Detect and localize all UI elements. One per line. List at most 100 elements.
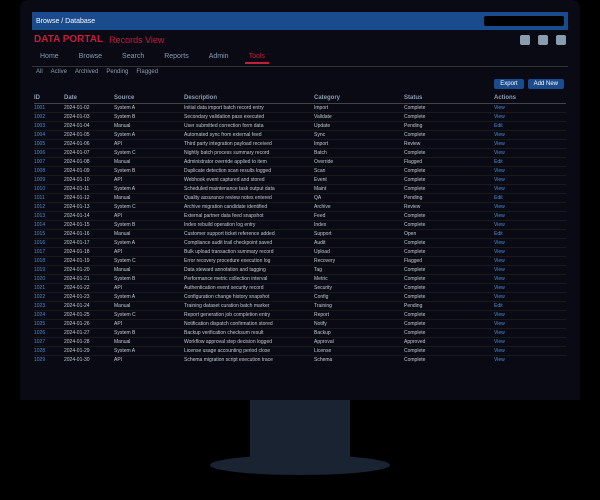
tab-tools[interactable]: Tools: [245, 51, 269, 64]
filter-pending[interactable]: Pending: [106, 69, 128, 75]
table-row[interactable]: 10292024-01-30APISchema migration script…: [34, 356, 566, 364]
monitor-stand: [250, 400, 350, 460]
breadcrumb[interactable]: Browse / Database: [36, 18, 95, 25]
table-row[interactable]: 10102024-01-11System AScheduled maintena…: [34, 185, 566, 194]
column-header[interactable]: ID: [34, 95, 64, 101]
table-row[interactable]: 10232024-01-24ManualTraining dataset cur…: [34, 302, 566, 311]
table-cell[interactable]: View: [494, 168, 564, 174]
table-row[interactable]: 10012024-01-02System AInitial data impor…: [34, 104, 566, 113]
table-row[interactable]: 10082024-01-09System BDuplicate detectio…: [34, 167, 566, 176]
table-cell[interactable]: View: [494, 150, 564, 156]
table-cell: System C: [114, 150, 184, 156]
table-row[interactable]: 10062024-01-07System CNightly batch proc…: [34, 149, 566, 158]
export-button[interactable]: Export: [494, 79, 523, 89]
column-header[interactable]: Actions: [494, 95, 564, 101]
tab-home[interactable]: Home: [36, 51, 63, 64]
table-cell[interactable]: Edit: [494, 303, 564, 309]
filter-archived[interactable]: Archived: [75, 69, 98, 75]
table-row[interactable]: 10132024-01-14APIExternal partner data f…: [34, 212, 566, 221]
table-cell: Manual: [114, 303, 184, 309]
table-cell[interactable]: View: [494, 249, 564, 255]
table-cell: System B: [114, 114, 184, 120]
table-row[interactable]: 10112024-01-12ManualQuality assurance re…: [34, 194, 566, 203]
table-cell[interactable]: View: [494, 177, 564, 183]
tab-admin[interactable]: Admin: [205, 51, 233, 64]
table-cell[interactable]: View: [494, 141, 564, 147]
table-cell[interactable]: View: [494, 186, 564, 192]
table-row[interactable]: 10122024-01-13System CArchive migration …: [34, 203, 566, 212]
column-header[interactable]: Category: [314, 95, 404, 101]
table-cell[interactable]: View: [494, 357, 564, 363]
table-cell[interactable]: View: [494, 330, 564, 336]
table-row[interactable]: 10182024-01-19System CError recovery pro…: [34, 257, 566, 266]
table-cell[interactable]: View: [494, 285, 564, 291]
filter-active[interactable]: Active: [51, 69, 67, 75]
table-row[interactable]: 10242024-01-25System CReport generation …: [34, 311, 566, 320]
table-row[interactable]: 10262024-01-27System BBackup verificatio…: [34, 329, 566, 338]
help-icon[interactable]: [556, 35, 566, 45]
table-cell[interactable]: View: [494, 267, 564, 273]
table-cell: Schema migration script execution trace: [184, 357, 314, 363]
tab-reports[interactable]: Reports: [160, 51, 193, 64]
table-row[interactable]: 10072024-01-08ManualAdministrator overri…: [34, 158, 566, 167]
table-row[interactable]: 10142024-01-15System BIndex rebuild oper…: [34, 221, 566, 230]
table-cell: 2024-01-29: [64, 348, 114, 354]
table-cell[interactable]: View: [494, 240, 564, 246]
column-header[interactable]: Description: [184, 95, 314, 101]
table-row[interactable]: 10042024-01-05System AAutomated sync fro…: [34, 131, 566, 140]
settings-icon[interactable]: [538, 35, 548, 45]
search-input[interactable]: [484, 16, 564, 26]
table-cell[interactable]: View: [494, 105, 564, 111]
table-cell: Archive migration candidate identified: [184, 204, 314, 210]
table-row[interactable]: 10052024-01-06APIThird party integration…: [34, 140, 566, 149]
table-cell[interactable]: Edit: [494, 159, 564, 165]
table-cell: Tag: [314, 267, 404, 273]
table-cell: Webhook event captured and stored: [184, 177, 314, 183]
table-cell: Complete: [404, 249, 494, 255]
table-cell[interactable]: View: [494, 339, 564, 345]
brand-logo[interactable]: DATA PORTAL: [34, 34, 103, 45]
table-row[interactable]: 10022024-01-03System BSecondary validati…: [34, 113, 566, 122]
table-row[interactable]: 10172024-01-18APIBulk upload transaction…: [34, 248, 566, 257]
column-header[interactable]: Source: [114, 95, 184, 101]
table-cell[interactable]: View: [494, 258, 564, 264]
table-row[interactable]: 10222024-01-23System AConfiguration chan…: [34, 293, 566, 302]
table-cell[interactable]: View: [494, 132, 564, 138]
tab-search[interactable]: Search: [118, 51, 148, 64]
table-cell: 2024-01-20: [64, 267, 114, 273]
filter-all[interactable]: All: [36, 69, 43, 75]
column-header[interactable]: Status: [404, 95, 494, 101]
table-cell[interactable]: View: [494, 222, 564, 228]
table-cell[interactable]: Edit: [494, 123, 564, 129]
table-cell: Event: [314, 177, 404, 183]
table-row[interactable]: 10032024-01-04ManualUser submitted corre…: [34, 122, 566, 131]
table-row[interactable]: 10212024-01-22APIAuthentication event se…: [34, 284, 566, 293]
table-cell[interactable]: View: [494, 294, 564, 300]
table-row[interactable]: 10202024-01-21System BPerformance metric…: [34, 275, 566, 284]
table-cell[interactable]: View: [494, 312, 564, 318]
user-icon[interactable]: [520, 35, 530, 45]
table-cell: 1018: [34, 258, 64, 264]
table-cell[interactable]: View: [494, 276, 564, 282]
table-cell[interactable]: View: [494, 204, 564, 210]
table-row[interactable]: 10282024-01-29System ALicense usage acco…: [34, 347, 566, 356]
table-row[interactable]: 10152024-01-16ManualCustomer support tic…: [34, 230, 566, 239]
table-row[interactable]: 10092024-01-10APIWebhook event captured …: [34, 176, 566, 185]
table-cell[interactable]: Edit: [494, 231, 564, 237]
table-cell[interactable]: View: [494, 213, 564, 219]
column-header[interactable]: Date: [64, 95, 114, 101]
header-row: DATA PORTAL Records View: [32, 30, 568, 49]
table-cell: Recovery: [314, 258, 404, 264]
table-row[interactable]: 10252024-01-26APINotification dispatch c…: [34, 320, 566, 329]
add-button[interactable]: Add New: [528, 79, 564, 89]
tab-browse[interactable]: Browse: [75, 51, 106, 64]
table-row[interactable]: 10192024-01-20ManualData steward annotat…: [34, 266, 566, 275]
table-cell[interactable]: View: [494, 321, 564, 327]
filter-flagged[interactable]: Flagged: [136, 69, 158, 75]
table-cell[interactable]: View: [494, 348, 564, 354]
table-cell: 2024-01-06: [64, 141, 114, 147]
table-cell[interactable]: Edit: [494, 195, 564, 201]
table-row[interactable]: 10272024-01-28ManualWorkflow approval st…: [34, 338, 566, 347]
table-cell[interactable]: View: [494, 114, 564, 120]
table-row[interactable]: 10162024-01-17System ACompliance audit t…: [34, 239, 566, 248]
